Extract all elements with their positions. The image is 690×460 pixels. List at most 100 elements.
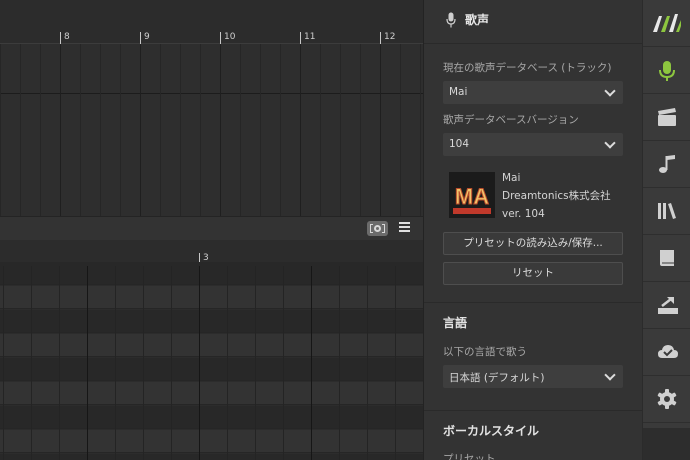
piano-roll-grid[interactable]	[0, 262, 423, 460]
piano-roll-row	[0, 454, 423, 460]
piano-roll-row	[0, 358, 423, 381]
grid-line	[339, 266, 340, 460]
grid-line	[420, 44, 421, 216]
voicebank-value: Mai	[449, 86, 468, 98]
language-select[interactable]: 日本語 (デフォルト)	[443, 365, 623, 388]
grid-line	[0, 44, 1, 216]
timeline-ruler-top[interactable]: 8 9 10 11 12	[0, 28, 423, 44]
chevron-down-icon	[604, 369, 616, 381]
piano-roll-row	[0, 310, 423, 333]
sidebar-item-cloud[interactable]	[643, 329, 690, 376]
app-logo[interactable]	[643, 0, 690, 47]
grid-line	[280, 44, 281, 216]
grid-line	[40, 44, 41, 216]
grid-line	[60, 44, 61, 216]
microphone-icon	[446, 12, 456, 28]
grid-line	[400, 44, 401, 216]
grid-line	[320, 44, 321, 216]
voice-version: ver. 104	[502, 208, 545, 220]
grid-line	[380, 44, 381, 216]
snapshot-button[interactable]	[367, 221, 388, 236]
sidebar-item-note[interactable]	[643, 141, 690, 188]
version-label: 歌声データベースバージョン	[443, 114, 579, 126]
grid-line	[311, 266, 312, 460]
piano-roll-row	[0, 406, 423, 429]
voice-name: Mai	[502, 172, 521, 184]
grid-line	[20, 44, 21, 216]
gear-icon	[657, 389, 677, 409]
sidebar-item-library[interactable]	[643, 188, 690, 235]
piano-roll-row	[0, 430, 423, 453]
reset-button[interactable]: リセット	[443, 262, 623, 285]
sidebar-item-export[interactable]	[643, 282, 690, 329]
panel-header: 歌声	[424, 0, 643, 44]
load-save-preset-button[interactable]: プリセットの読み込み/保存...	[443, 232, 623, 255]
grid-line	[199, 266, 200, 460]
preset-label: プリセット	[443, 453, 496, 460]
version-select[interactable]: 104	[443, 133, 623, 156]
grid-line	[340, 44, 341, 216]
grid-line	[3, 266, 4, 460]
grid-line	[240, 44, 241, 216]
avatar-text: MA	[455, 184, 489, 209]
piano-roll-row	[0, 334, 423, 357]
library-icon	[658, 203, 676, 219]
grid-line	[87, 266, 88, 460]
grid-line	[180, 44, 181, 216]
ruler-marker-9: 9	[140, 32, 150, 44]
grid-line	[283, 266, 284, 460]
icon-sidebar	[642, 0, 690, 460]
grid-line	[260, 44, 261, 216]
panel-title: 歌声	[465, 13, 490, 27]
grid-line	[160, 44, 161, 216]
microphone-icon	[659, 61, 675, 81]
vocal-style-section-title: ボーカルスタイル	[443, 424, 540, 438]
clapperboard-icon	[658, 108, 676, 126]
camera-bracket-right	[382, 224, 385, 233]
voice-company: Dreamtonics株式会社	[502, 190, 611, 202]
voice-properties-panel: 歌声 現在の歌声データベース (トラック) Mai 歌声データベースバージョン …	[423, 0, 643, 460]
piano-roll-row	[0, 262, 423, 285]
language-label: 以下の言語で歌う	[443, 346, 527, 358]
grid-line	[200, 44, 201, 216]
ruler-marker-11: 11	[300, 32, 315, 44]
grid-line	[367, 266, 368, 460]
ruler-marker-12: 12	[380, 32, 395, 44]
grid-line	[395, 266, 396, 460]
grid-line	[227, 266, 228, 460]
chevron-down-icon	[604, 137, 616, 149]
editor-splitter-toolbar	[0, 216, 423, 240]
grid-line	[300, 44, 301, 216]
sidebar-item-lyrics[interactable]	[643, 235, 690, 282]
camera-bracket-left	[370, 224, 373, 233]
sidebar-item-voice[interactable]	[643, 47, 690, 94]
section-divider	[424, 410, 643, 411]
grid-line	[31, 266, 32, 460]
grid-line	[120, 44, 121, 216]
sidebar-item-settings[interactable]	[643, 376, 690, 423]
book-icon	[660, 250, 674, 266]
piano-roll-row	[0, 286, 423, 309]
piano-roll-editor[interactable]: 8 9 10 11 12 3	[0, 0, 423, 460]
voice-avatar-art: MA	[449, 172, 495, 218]
grid-line	[255, 266, 256, 460]
version-value: 104	[449, 138, 470, 150]
export-icon	[658, 297, 678, 314]
grid-line	[171, 266, 172, 460]
ruler-marker-10: 10	[220, 32, 235, 44]
grid-line	[100, 44, 101, 216]
camera-icon	[374, 225, 381, 232]
cloud-check-icon	[658, 345, 678, 358]
section-divider	[424, 302, 643, 303]
grid-line	[220, 44, 221, 216]
voicebank-select[interactable]: Mai	[443, 81, 623, 104]
logo-icon	[653, 14, 681, 32]
music-note-icon	[659, 155, 675, 173]
arrangement-grid[interactable]	[0, 44, 423, 216]
hamburger-menu-icon[interactable]	[399, 222, 410, 234]
sidebar-empty-area	[643, 428, 690, 460]
grid-line	[59, 266, 60, 460]
voicebank-label: 現在の歌声データベース (トラック)	[443, 62, 612, 74]
language-section-title: 言語	[443, 316, 468, 330]
sidebar-item-render[interactable]	[643, 94, 690, 141]
